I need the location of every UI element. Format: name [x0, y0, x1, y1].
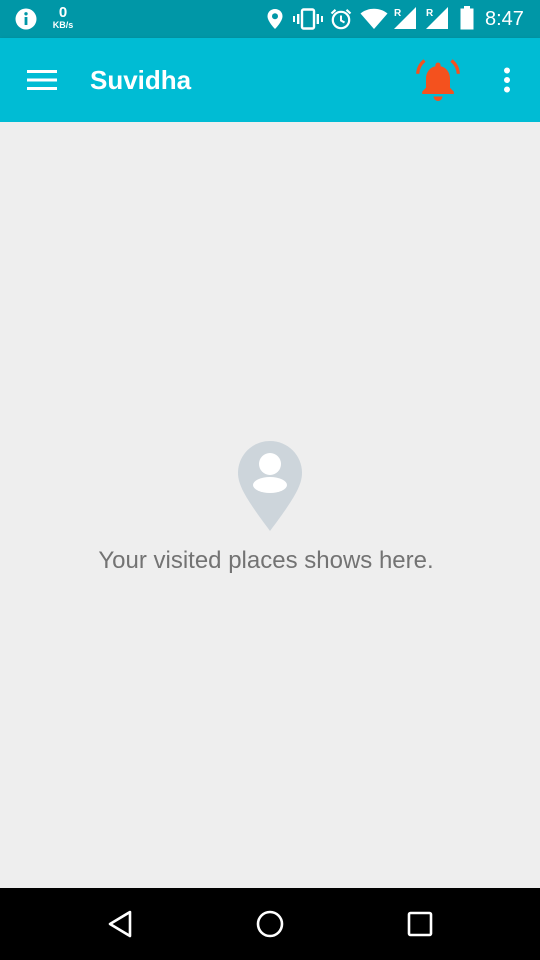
navigation-bar	[0, 888, 540, 960]
home-icon	[256, 910, 284, 938]
home-button[interactable]	[252, 906, 288, 942]
battery-icon	[460, 6, 474, 30]
info-icon	[15, 8, 37, 30]
more-vert-icon	[504, 67, 510, 93]
back-button[interactable]	[102, 906, 138, 942]
hamburger-menu-icon	[27, 70, 57, 90]
alarm-icon	[330, 8, 352, 30]
menu-button[interactable]	[22, 60, 62, 100]
network-speed-value: 0	[58, 4, 68, 21]
network-speed: 0 KB/s	[49, 5, 77, 30]
wifi-icon	[360, 8, 388, 30]
location-icon	[267, 9, 283, 29]
network-speed-unit: KB/s	[52, 20, 74, 30]
status-bar: 0 KB/s R R 8:47	[0, 0, 540, 38]
svg-text:R: R	[426, 8, 434, 19]
recents-button[interactable]	[402, 906, 438, 942]
overflow-menu-button[interactable]	[490, 60, 524, 100]
page-title: Suvidha	[90, 65, 192, 95]
alert-button[interactable]	[414, 56, 462, 104]
svg-text:R: R	[394, 8, 402, 19]
main-content: Your visited places shows here.	[0, 122, 540, 888]
person-pin-icon	[238, 441, 302, 531]
back-icon	[108, 910, 132, 938]
ringing-bell-icon	[416, 59, 460, 101]
vibrate-icon	[293, 8, 323, 30]
empty-message: Your visited places shows here.	[98, 547, 434, 574]
status-clock: 8:47	[485, 8, 524, 30]
recents-icon	[407, 911, 433, 937]
app-bar: Suvidha	[0, 38, 540, 122]
signal-icon: R	[426, 7, 448, 29]
signal-icon: R	[394, 7, 416, 29]
